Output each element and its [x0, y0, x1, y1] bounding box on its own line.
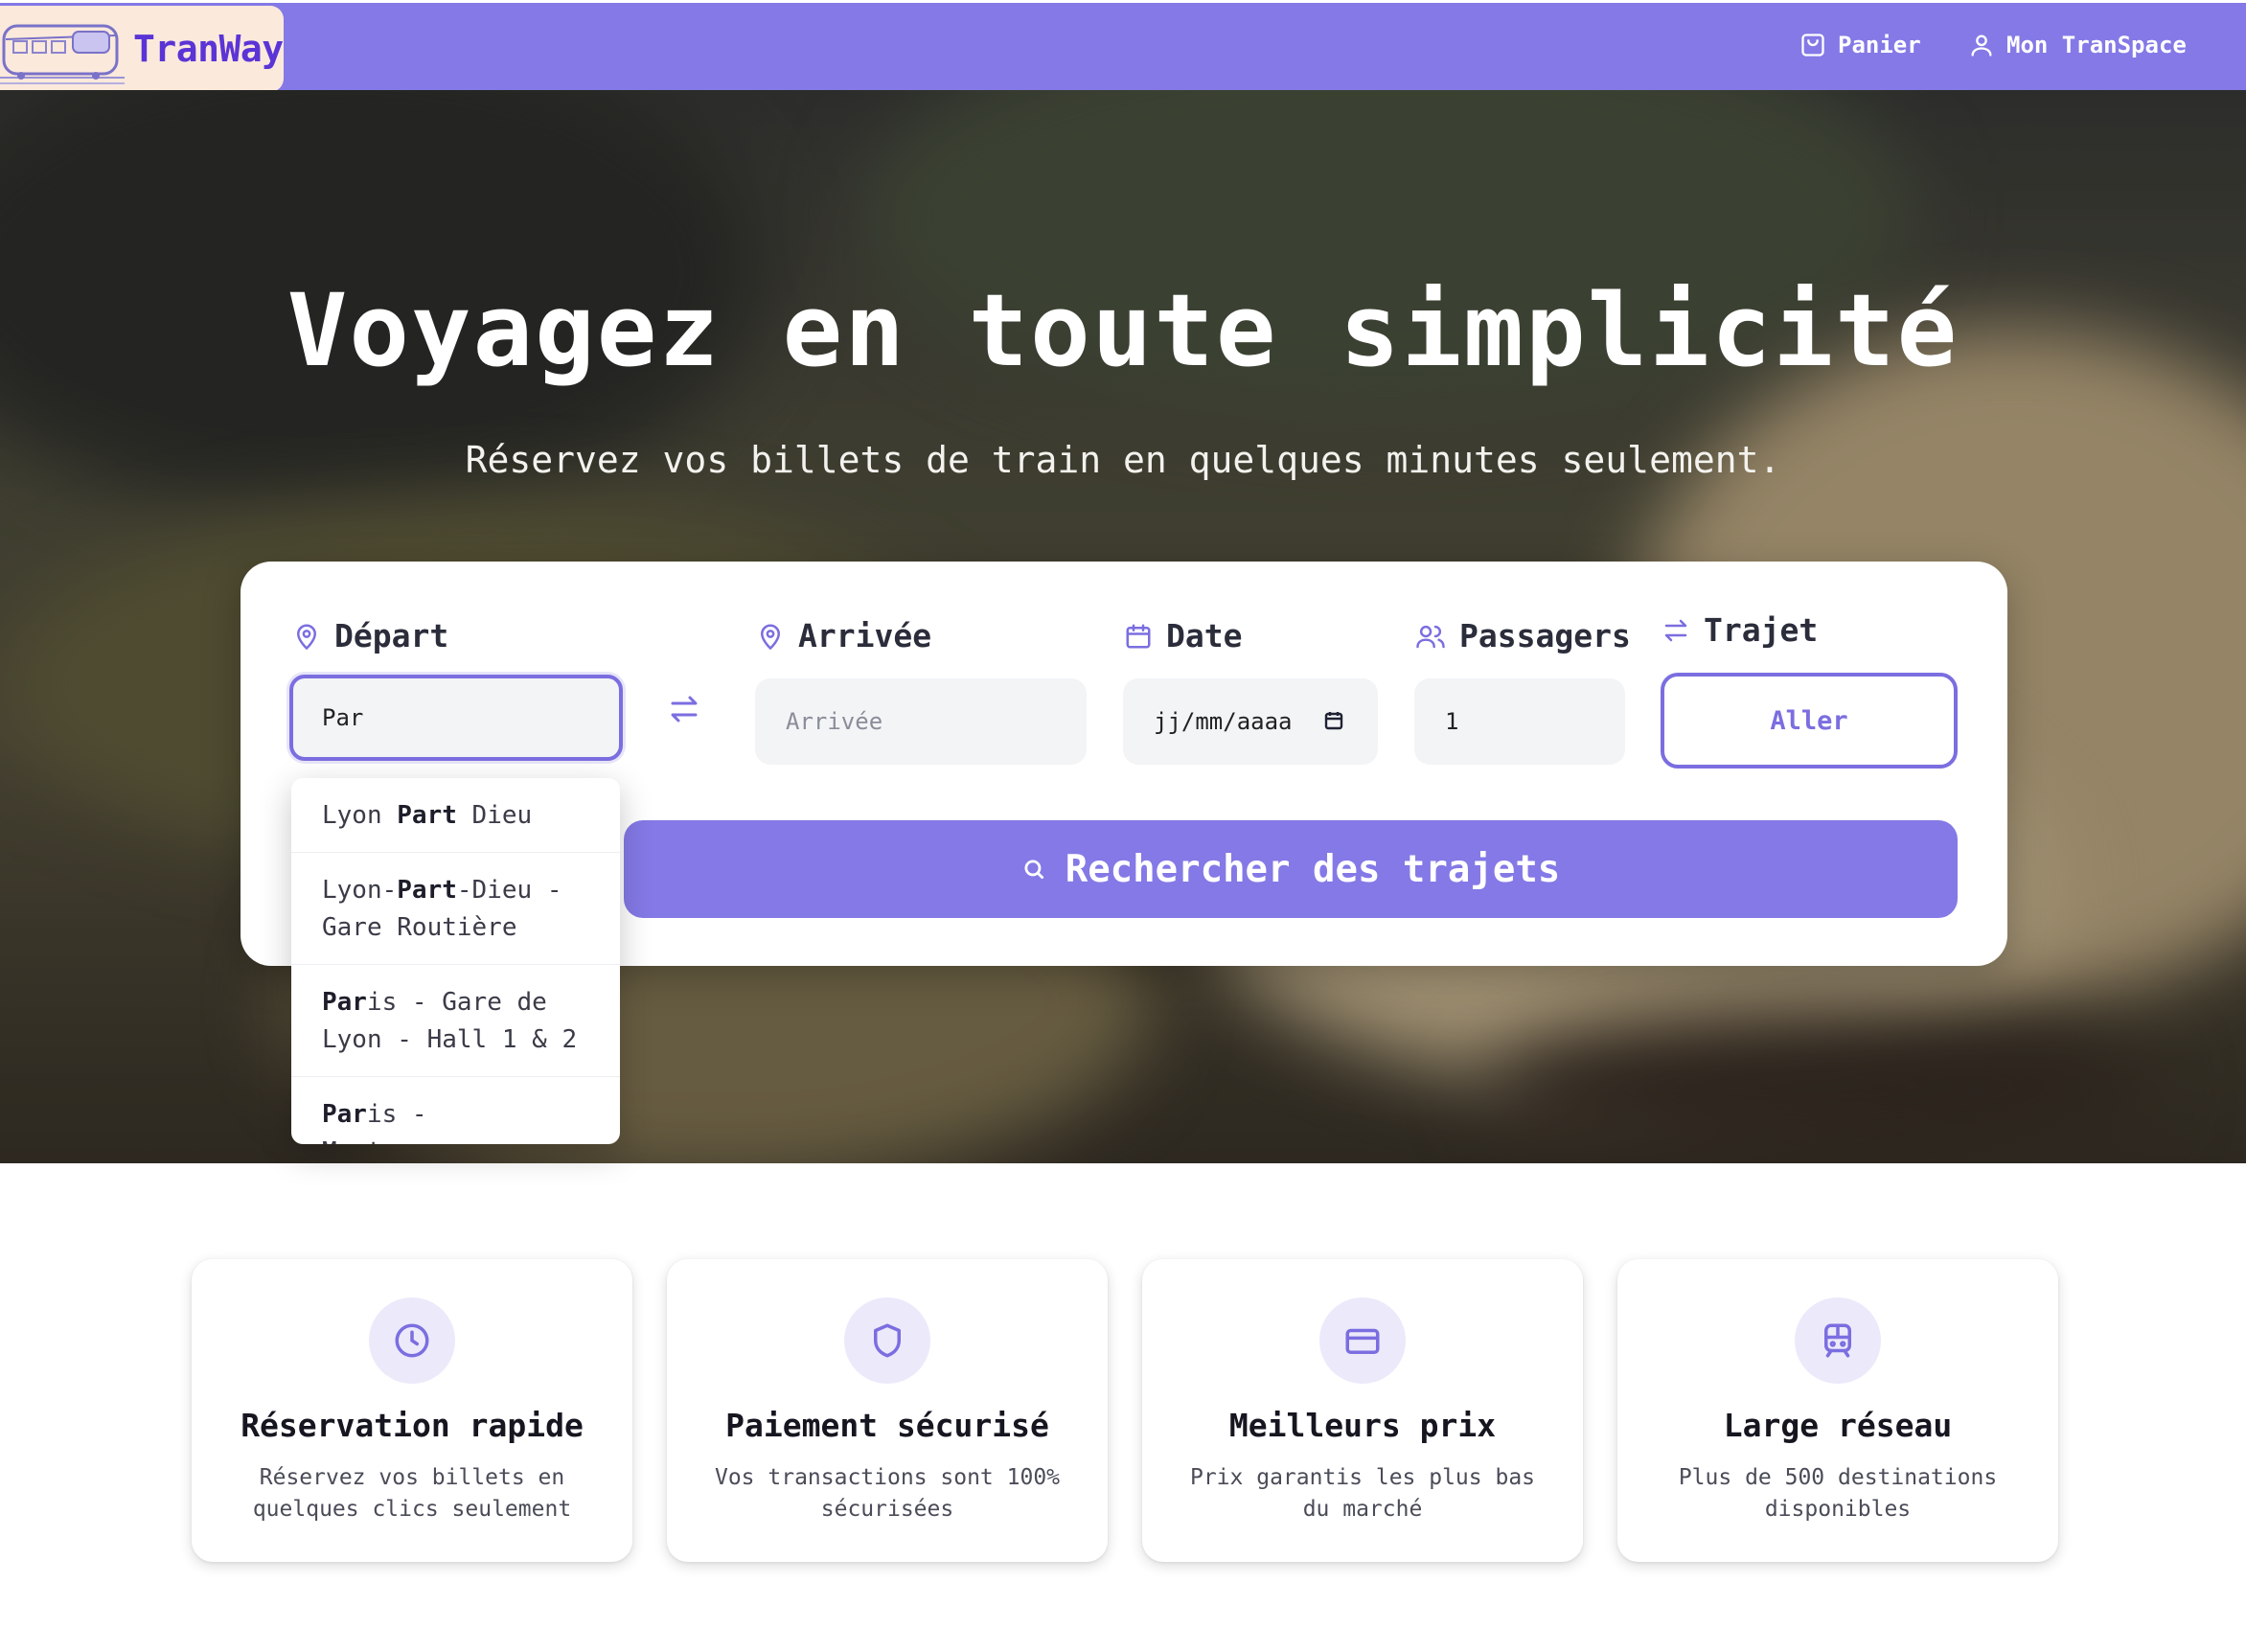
hero-title: Voyagez en toute simplicité	[286, 272, 1960, 389]
arrival-label: Arrivée	[756, 617, 931, 654]
date-label: Date	[1124, 617, 1242, 654]
hero-subtitle: Réservez vos billets de train en quelque…	[465, 439, 1781, 481]
train-icon	[1824, 1323, 1851, 1358]
feature-icon-badge	[369, 1297, 455, 1384]
arrival-input[interactable]: Arrivée	[755, 678, 1087, 765]
search-trips-button[interactable]: Rechercher des trajets	[624, 820, 1958, 918]
map-pin-icon	[760, 624, 781, 650]
arrival-placeholder: Arrivée	[786, 708, 883, 735]
swap-stations-icon[interactable]	[667, 692, 701, 726]
suggestion-item[interactable]: Lyon-Part-Dieu - Gare Routière	[291, 853, 620, 965]
feature-description: Vos transactions sont 100% sécurisées	[714, 1465, 1061, 1522]
trip-label: Trajet	[1662, 611, 1818, 649]
feature-title: Réservation rapide	[241, 1407, 584, 1444]
feature-card: Large réseau Plus de 500 destinations di…	[1617, 1259, 2058, 1562]
feature-card: Réservation rapide Réservez vos billets …	[192, 1259, 632, 1562]
suggestion-item[interactable]: Lyon Part Dieu	[291, 778, 620, 853]
passengers-label-text: Passagers	[1459, 617, 1631, 654]
train-logo-icon	[0, 24, 125, 84]
arrival-label-text: Arrivée	[798, 617, 932, 654]
shopping-bag-icon	[1801, 34, 1824, 57]
passengers-input[interactable]: 1	[1414, 678, 1625, 765]
feature-description: Réservez vos billets en quelques clics s…	[252, 1465, 572, 1522]
map-pin-icon	[296, 624, 317, 650]
shield-icon	[874, 1323, 901, 1358]
departure-label-text: Départ	[334, 617, 449, 654]
cart-label: Panier	[1838, 32, 1921, 58]
suggestion-item[interactable]: Paris - Montparnasse	[291, 1077, 620, 1144]
trip-type-button[interactable]: Aller	[1661, 673, 1958, 769]
feature-card: Paiement sécurisé Vos transactions sont …	[667, 1259, 1108, 1562]
departure-label: Départ	[292, 617, 448, 654]
top-navbar: TranWay Panier Mon TranSpace	[0, 0, 2246, 92]
search-icon	[1024, 860, 1043, 880]
brand-logo-link[interactable]: TranWay	[0, 6, 284, 92]
feature-description: Plus de 500 destinations disponibles	[1678, 1465, 1998, 1522]
suggestion-item[interactable]: Paris - Gare de Lyon - Hall 1 & 2	[291, 965, 620, 1077]
calendar-picker-icon[interactable]	[1322, 709, 1345, 732]
departure-suggestions-dropdown: Lyon Part Dieu Lyon-Part-Dieu - Gare Rou…	[291, 778, 620, 1144]
trip-label-text: Trajet	[1704, 611, 1819, 649]
feature-title: Paiement sécurisé	[725, 1407, 1049, 1444]
cart-link[interactable]: Panier	[1799, 32, 1921, 58]
feature-icon-badge	[1795, 1297, 1881, 1384]
date-input-value: jj/mm/aaaa	[1154, 708, 1293, 735]
calendar-icon	[1126, 624, 1151, 648]
feature-card: Meilleurs prix Prix garantis les plus ba…	[1142, 1259, 1583, 1562]
date-label-text: Date	[1166, 617, 1243, 654]
departure-input-value: Par	[322, 704, 364, 731]
feature-description: Prix garantis les plus bas du marché	[1189, 1465, 1536, 1522]
passengers-input-value: 1	[1445, 708, 1459, 735]
feature-title: Large réseau	[1723, 1407, 1953, 1444]
account-link[interactable]: Mon TranSpace	[1968, 32, 2187, 58]
passengers-label: Passagers	[1415, 617, 1631, 654]
feature-icon-badge	[844, 1297, 930, 1384]
users-icon	[1416, 625, 1445, 648]
credit-card-icon	[1345, 1328, 1380, 1354]
date-input[interactable]: jj/mm/aaaa	[1123, 678, 1378, 765]
feature-title: Meilleurs prix	[1228, 1407, 1497, 1444]
clock-icon	[395, 1323, 429, 1358]
feature-icon-badge	[1319, 1297, 1406, 1384]
swap-arrows-icon	[1664, 619, 1687, 641]
user-icon	[1971, 34, 1992, 57]
departure-input[interactable]: Par	[289, 675, 623, 761]
search-button-label: Rechercher des trajets	[1065, 847, 1561, 891]
account-label: Mon TranSpace	[2006, 32, 2187, 58]
brand-name: TranWay	[133, 28, 284, 70]
